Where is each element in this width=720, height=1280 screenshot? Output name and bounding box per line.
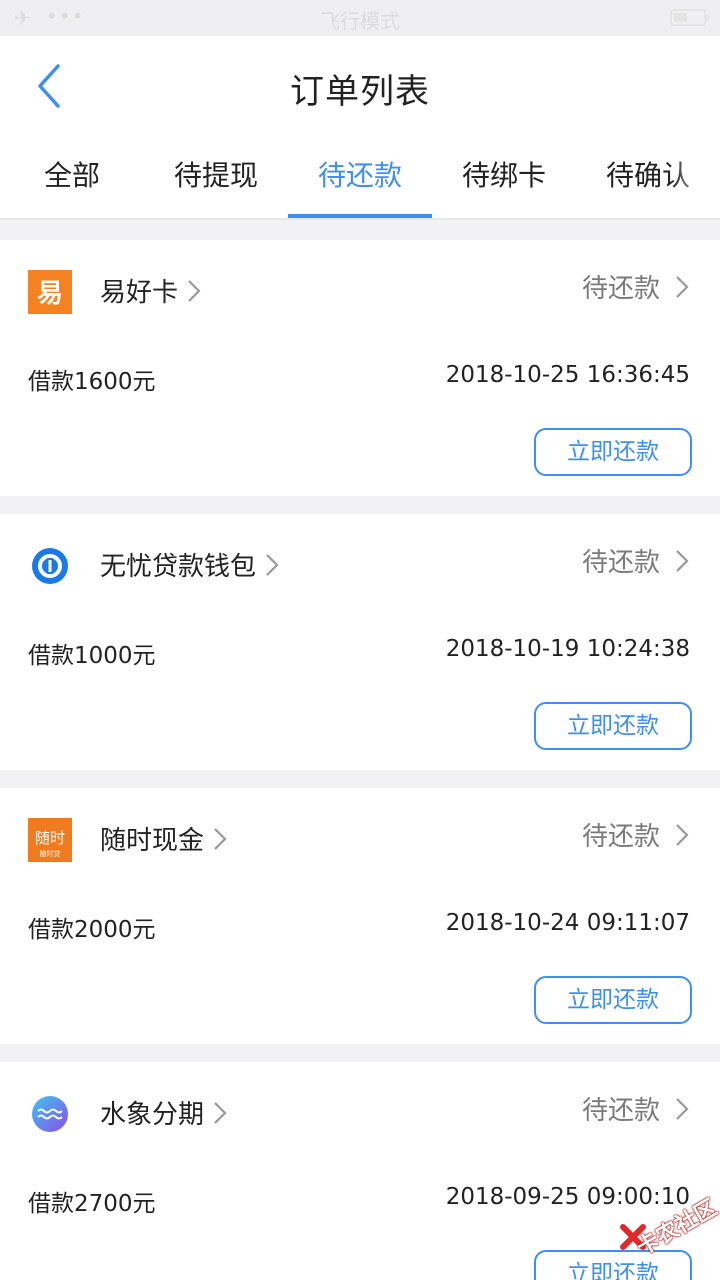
app-name: 水象分期 bbox=[100, 1100, 205, 1130]
page-title: 订单列表 bbox=[290, 72, 430, 112]
order-status: 待还款 bbox=[581, 822, 660, 852]
order-card: 无忧贷款钱包 待还款 借款1000元 2018-10-19 10:24:38 立… bbox=[0, 514, 720, 770]
order-card: 水象分期 待还款 借款2700元 2018-09-25 09:00:10 立即还… bbox=[0, 1062, 720, 1280]
chevron-right-icon bbox=[214, 1102, 227, 1124]
order-status: 待还款 bbox=[581, 548, 660, 578]
repay-now-button[interactable]: 立即还款 bbox=[534, 1250, 692, 1280]
order-time: 2018-10-25 16:36:45 bbox=[445, 362, 690, 388]
battery-icon bbox=[670, 9, 709, 26]
order-time: 2018-10-19 10:24:38 bbox=[445, 636, 690, 662]
airplane-mode-label: 飞行模式 bbox=[320, 9, 400, 33]
chevron-right-icon bbox=[676, 276, 689, 298]
tab-bar: 全部 待提现 待还款 待绑卡 待确认 bbox=[0, 136, 720, 220]
chevron-right-icon bbox=[266, 554, 279, 576]
status-link[interactable]: 待还款 bbox=[582, 542, 690, 579]
chevron-right-icon bbox=[676, 824, 689, 846]
tab-pending-repayment[interactable]: 待还款 bbox=[288, 136, 432, 218]
order-status: 待还款 bbox=[581, 1096, 660, 1126]
active-tab-indicator bbox=[288, 214, 432, 218]
app-name: 无忧贷款钱包 bbox=[100, 552, 257, 582]
tab-scroll-fade bbox=[670, 136, 720, 218]
loan-amount: 借款1600元 bbox=[28, 369, 156, 395]
status-link[interactable]: 待还款 bbox=[582, 268, 690, 305]
suishi-cash-logo-icon: 随时 随时贷 bbox=[28, 818, 72, 862]
yihaoka-logo-icon: 易 bbox=[28, 270, 72, 314]
logo-text: 易 bbox=[37, 279, 63, 309]
repay-now-button[interactable]: 立即还款 bbox=[534, 976, 692, 1024]
loan-amount: 借款2000元 bbox=[28, 917, 156, 943]
loan-amount: 借款2700元 bbox=[28, 1191, 156, 1217]
logo-text: 随时 bbox=[35, 829, 65, 847]
order-status: 待还款 bbox=[581, 274, 660, 304]
logo-subtext: 随时贷 bbox=[40, 849, 61, 858]
chevron-right-icon bbox=[676, 1098, 689, 1120]
repay-now-button[interactable]: 立即还款 bbox=[534, 428, 692, 476]
app-name: 随时现金 bbox=[100, 826, 205, 856]
app-name-link[interactable]: 水象分期 bbox=[100, 1094, 228, 1131]
loan-amount: 借款1000元 bbox=[28, 643, 156, 669]
app-name-link[interactable]: 无忧贷款钱包 bbox=[100, 546, 280, 583]
status-link[interactable]: 待还款 bbox=[582, 1090, 690, 1127]
order-time: 2018-09-25 09:00:10 bbox=[445, 1184, 690, 1210]
shuixiang-logo-icon bbox=[32, 1096, 68, 1132]
status-link[interactable]: 待还款 bbox=[582, 816, 690, 853]
app-name-link[interactable]: 易好卡 bbox=[100, 272, 202, 309]
tab-pending-bind-card[interactable]: 待绑卡 bbox=[432, 136, 576, 218]
nav-bar: 订单列表 bbox=[0, 36, 720, 136]
chevron-right-icon bbox=[214, 828, 227, 850]
app-name-link[interactable]: 随时现金 bbox=[100, 820, 228, 857]
app-name: 易好卡 bbox=[100, 278, 179, 308]
repay-now-button[interactable]: 立即还款 bbox=[534, 702, 692, 750]
chevron-right-icon bbox=[188, 280, 201, 302]
status-bar: ✈ ••• 飞行模式 bbox=[0, 0, 720, 36]
tab-pending-withdrawal[interactable]: 待提现 bbox=[144, 136, 288, 218]
tab-all[interactable]: 全部 bbox=[0, 136, 144, 218]
order-time: 2018-10-24 09:11:07 bbox=[445, 910, 690, 936]
order-card: 随时 随时贷 随时现金 待还款 借款2000元 2018-10-24 09:11… bbox=[0, 788, 720, 1044]
chevron-right-icon bbox=[676, 550, 689, 572]
order-card: 易 易好卡 待还款 借款1600元 2018-10-25 16:36:45 立即… bbox=[0, 240, 720, 496]
wuyou-wallet-logo-icon bbox=[32, 548, 68, 584]
